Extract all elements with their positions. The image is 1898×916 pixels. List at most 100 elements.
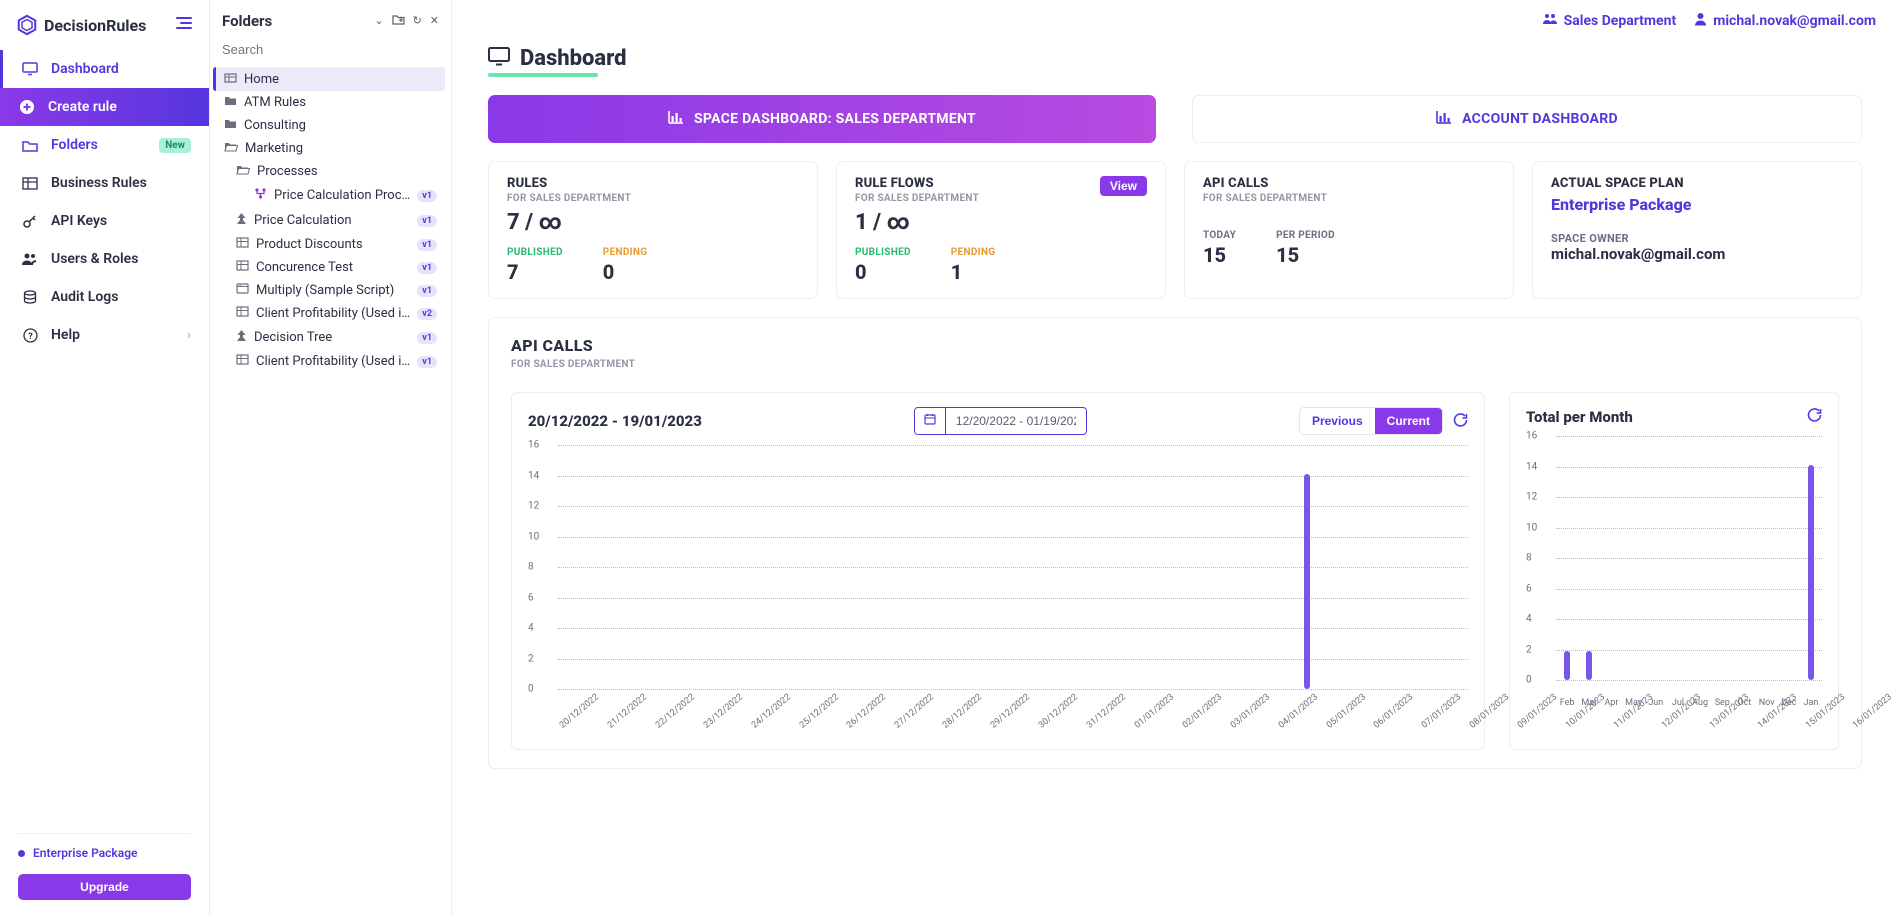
tree-label: Decision Tree: [254, 330, 410, 345]
tree-item[interactable]: Price Calculation Processv1: [216, 183, 445, 208]
chart-title: API CALLS: [511, 336, 1839, 355]
nav-dashboard[interactable]: Dashboard: [0, 50, 209, 88]
tree-label: Client Profitability (Used in Sa...: [256, 306, 410, 321]
refresh-icon[interactable]: [1453, 412, 1468, 431]
folder-open-icon: [21, 139, 39, 152]
card-title: RULES: [507, 176, 799, 191]
card-subtitle: FOR SALES DEPARTMENT: [855, 193, 979, 204]
tree-item[interactable]: Processes: [216, 160, 445, 183]
view-button[interactable]: View: [1100, 176, 1147, 196]
title-underline: [488, 73, 598, 77]
tree-label: Price Calculation Process: [274, 188, 410, 203]
plan-name-label: Enterprise Package: [33, 846, 137, 860]
calendar-icon: [915, 408, 946, 434]
nav-audit-logs[interactable]: Audit Logs: [0, 278, 209, 316]
folders-search-input[interactable]: [210, 36, 451, 63]
folder-open-icon: [224, 141, 238, 156]
nav-label: Business Rules: [51, 175, 147, 191]
current-button[interactable]: Current: [1375, 408, 1442, 434]
owner-label: SPACE OWNER: [1551, 232, 1843, 245]
key-icon: [21, 213, 39, 229]
new-badge: New: [159, 138, 191, 153]
tree-item[interactable]: Client Profitability (Used in Sa...v2: [216, 302, 445, 325]
tree-item[interactable]: Home: [213, 67, 445, 91]
card-title: RULE FLOWS: [855, 176, 979, 191]
chevron-right-icon: ›: [187, 327, 191, 343]
collapse-all-icon[interactable]: ⌄: [374, 14, 383, 28]
tree-item[interactable]: Consulting: [216, 114, 445, 137]
tree-label: Concurence Test: [256, 260, 410, 275]
home-icon: [224, 71, 237, 87]
brand-text: DecisionRules: [44, 16, 146, 35]
monthly-plot: 0246810121416FebMarAprMayJunJulAugSepOct…: [1526, 436, 1822, 696]
card-subtitle: FOR SALES DEPARTMENT: [507, 193, 799, 204]
upgrade-button[interactable]: Upgrade: [18, 874, 191, 900]
nav-help[interactable]: ? Help ›: [0, 316, 209, 354]
table-icon: [21, 177, 39, 190]
range-title: 20/12/2022 - 19/01/2023: [528, 412, 702, 430]
nav-users-roles[interactable]: Users & Roles: [0, 240, 209, 278]
tree-item[interactable]: ATM Rules: [216, 91, 445, 114]
tree-label: Multiply (Sample Script): [256, 283, 410, 298]
date-range-input[interactable]: [914, 407, 1087, 435]
stat-label: PENDING: [951, 247, 996, 258]
status-dot-icon: [18, 850, 25, 857]
stat-label: PENDING: [603, 247, 648, 258]
close-icon[interactable]: ✕: [430, 14, 439, 28]
tree-item[interactable]: Multiply (Sample Script)v1: [216, 279, 445, 302]
new-folder-icon[interactable]: [392, 14, 405, 28]
tab-account-dashboard[interactable]: ACCOUNT DASHBOARD: [1192, 95, 1862, 143]
tree-icon: [236, 212, 247, 229]
tab-label: ACCOUNT DASHBOARD: [1462, 111, 1618, 127]
nav-create-rule[interactable]: Create rule: [0, 88, 209, 126]
tree-item[interactable]: Product Discountsv1: [216, 233, 445, 256]
page-title-text: Dashboard: [520, 46, 627, 71]
department-link[interactable]: Sales Department: [1542, 12, 1677, 30]
logo[interactable]: DecisionRules: [16, 14, 146, 36]
chart-subtitle: FOR SALES DEPARTMENT: [511, 359, 1839, 370]
chart-icon: [668, 110, 684, 128]
nav-folders[interactable]: Folders New: [0, 126, 209, 164]
stat-value: 15: [1203, 243, 1236, 267]
logo-icon: [16, 14, 38, 36]
stat-value: 0: [603, 260, 648, 284]
refresh-icon[interactable]: ↻: [413, 14, 422, 28]
tree-item[interactable]: Decision Tree v1: [216, 325, 445, 350]
nav-api-keys[interactable]: API Keys: [0, 202, 209, 240]
user-link[interactable]: michal.novak@gmail.com: [1694, 12, 1876, 30]
nav-label: Dashboard: [51, 61, 119, 77]
plan-indicator[interactable]: Enterprise Package: [18, 833, 191, 868]
tree-label: Processes: [257, 164, 437, 179]
folders-title: Folders: [222, 12, 272, 30]
users-icon: [1542, 13, 1558, 29]
user-label: michal.novak@gmail.com: [1713, 13, 1876, 29]
date-field[interactable]: [946, 409, 1086, 433]
tree-item[interactable]: Concurence Testv1: [216, 256, 445, 279]
stat-label: TODAY: [1203, 230, 1236, 241]
tree-item[interactable]: Client Profitability (Used in Sa...v1: [216, 350, 445, 373]
folder-icon: [224, 118, 237, 133]
svg-text:?: ?: [28, 332, 33, 342]
folder-open-icon: [236, 164, 250, 179]
folders-panel: Folders ⌄ ↻ ✕ HomeATM RulesConsultingMar…: [210, 0, 452, 916]
nav-label: Audit Logs: [51, 289, 118, 305]
previous-button[interactable]: Previous: [1300, 408, 1375, 434]
tree-item[interactable]: Marketing: [216, 137, 445, 160]
refresh-icon[interactable]: [1807, 407, 1822, 426]
tree-icon: [236, 329, 247, 346]
menu-toggle-icon[interactable]: [175, 16, 193, 34]
nav-business-rules[interactable]: Business Rules: [0, 164, 209, 202]
tab-space-dashboard[interactable]: SPACE DASHBOARD: SALES DEPARTMENT: [488, 95, 1156, 143]
stat-label: PUBLISHED: [507, 247, 563, 258]
nav-label: API Keys: [51, 213, 107, 229]
tree-label: Price Calculation: [254, 213, 410, 228]
nav-label: Folders: [51, 137, 98, 153]
tree-item[interactable]: Price Calculationv1: [216, 208, 445, 233]
stat-value: 7: [507, 260, 563, 284]
version-badge: v1: [417, 332, 437, 344]
script-icon: [236, 283, 249, 298]
nav-label: Help: [51, 327, 80, 343]
monitor-icon: [488, 47, 510, 70]
version-badge: v1: [417, 356, 437, 368]
sidebar: DecisionRules Dashboard Create rule Fold…: [0, 0, 210, 916]
